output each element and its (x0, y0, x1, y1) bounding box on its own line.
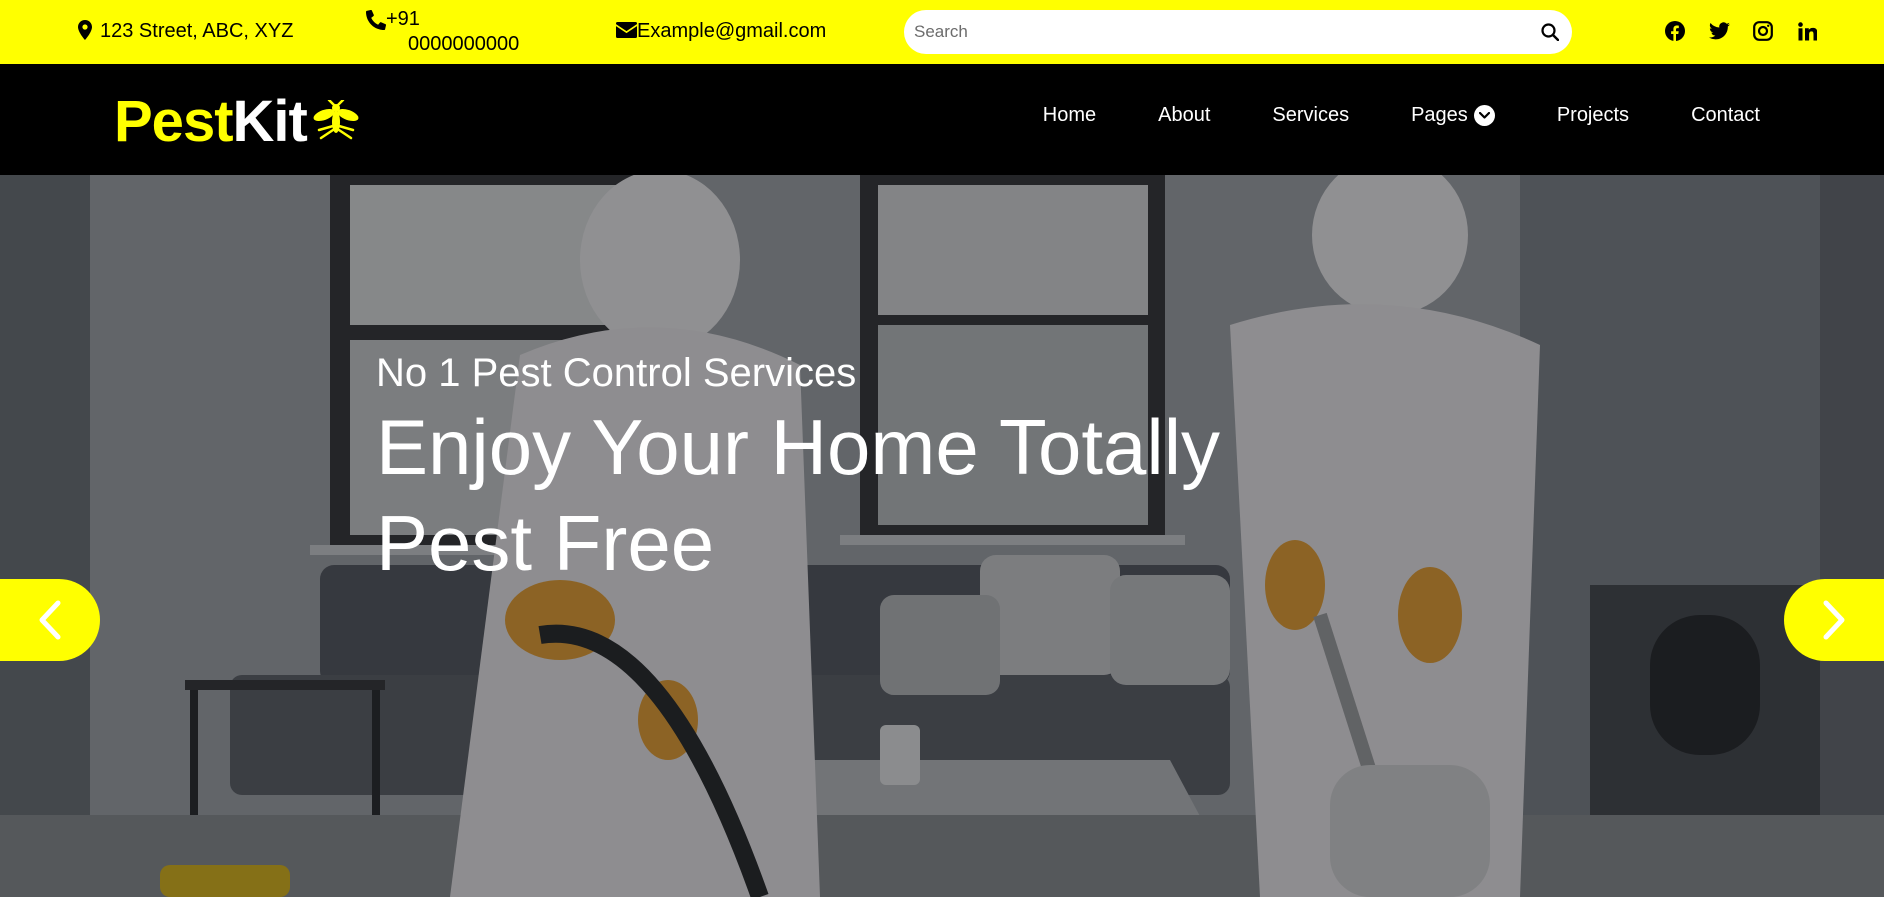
linkedin-link[interactable] (1796, 20, 1818, 42)
logo-text: PestKit (114, 89, 308, 154)
hero-title-line1: Enjoy Your Home Totally (376, 403, 1221, 491)
hero-title-line2: Pest Free (376, 499, 715, 587)
search-icon (1541, 23, 1559, 41)
main-navbar: PestKit Home About Services Pages Projec… (0, 64, 1884, 175)
search-input[interactable] (904, 22, 1528, 42)
nav-menu: Home About Services Pages Projects Conta… (1043, 102, 1760, 128)
carousel-prev-button[interactable] (0, 579, 100, 661)
phone-info[interactable]: +91 0000000000 (366, 7, 519, 57)
nav-pages-dropdown[interactable]: Pages (1411, 102, 1495, 128)
address-info: 123 Street, ABC, XYZ (78, 19, 293, 44)
social-links (1664, 20, 1818, 42)
instagram-link[interactable] (1752, 20, 1774, 42)
facebook-icon (1665, 21, 1685, 41)
nav-services[interactable]: Services (1272, 102, 1349, 128)
mosquito-icon (313, 100, 359, 140)
linkedin-icon (1797, 21, 1817, 40)
search-button[interactable] (1528, 10, 1572, 54)
carousel-next-button[interactable] (1784, 579, 1884, 661)
nav-about[interactable]: About (1158, 102, 1210, 128)
nav-pages-label: Pages (1411, 104, 1468, 126)
chevron-right-icon (1823, 600, 1845, 640)
address-text: 123 Street, ABC, XYZ (100, 20, 294, 42)
hero-subtitle: No 1 Pest Control Services (376, 351, 857, 395)
phone-number: 0000000000 (408, 33, 520, 55)
envelope-icon (616, 22, 637, 38)
chevron-left-icon (39, 600, 61, 640)
search-bar (904, 10, 1572, 54)
nav-home[interactable]: Home (1043, 102, 1096, 128)
instagram-icon (1753, 21, 1773, 41)
hero-caption: No 1 Pest Control Services Enjoy Your Ho… (376, 349, 1220, 591)
twitter-icon (1708, 22, 1730, 40)
logo-text-pest: Pest (114, 89, 234, 154)
hero-carousel: No 1 Pest Control Services Enjoy Your Ho… (0, 175, 1884, 897)
hero-title: Enjoy Your Home Totally Pest Free (376, 399, 1220, 591)
site-logo[interactable]: PestKit (114, 90, 363, 154)
facebook-link[interactable] (1664, 20, 1686, 42)
map-marker-icon (78, 20, 92, 40)
email-info[interactable]: Example@gmail.com (616, 19, 826, 44)
twitter-link[interactable] (1708, 20, 1730, 42)
nav-contact[interactable]: Contact (1691, 102, 1760, 128)
logo-text-kit: Kit (232, 89, 308, 154)
email-text: Example@gmail.com (637, 20, 827, 42)
chevron-down-icon (1473, 104, 1495, 126)
nav-projects[interactable]: Projects (1557, 102, 1629, 128)
phone-code: +91 (386, 8, 420, 30)
phone-icon (366, 10, 386, 30)
top-contact-bar: 123 Street, ABC, XYZ +91 0000000000 Exam… (0, 0, 1884, 64)
